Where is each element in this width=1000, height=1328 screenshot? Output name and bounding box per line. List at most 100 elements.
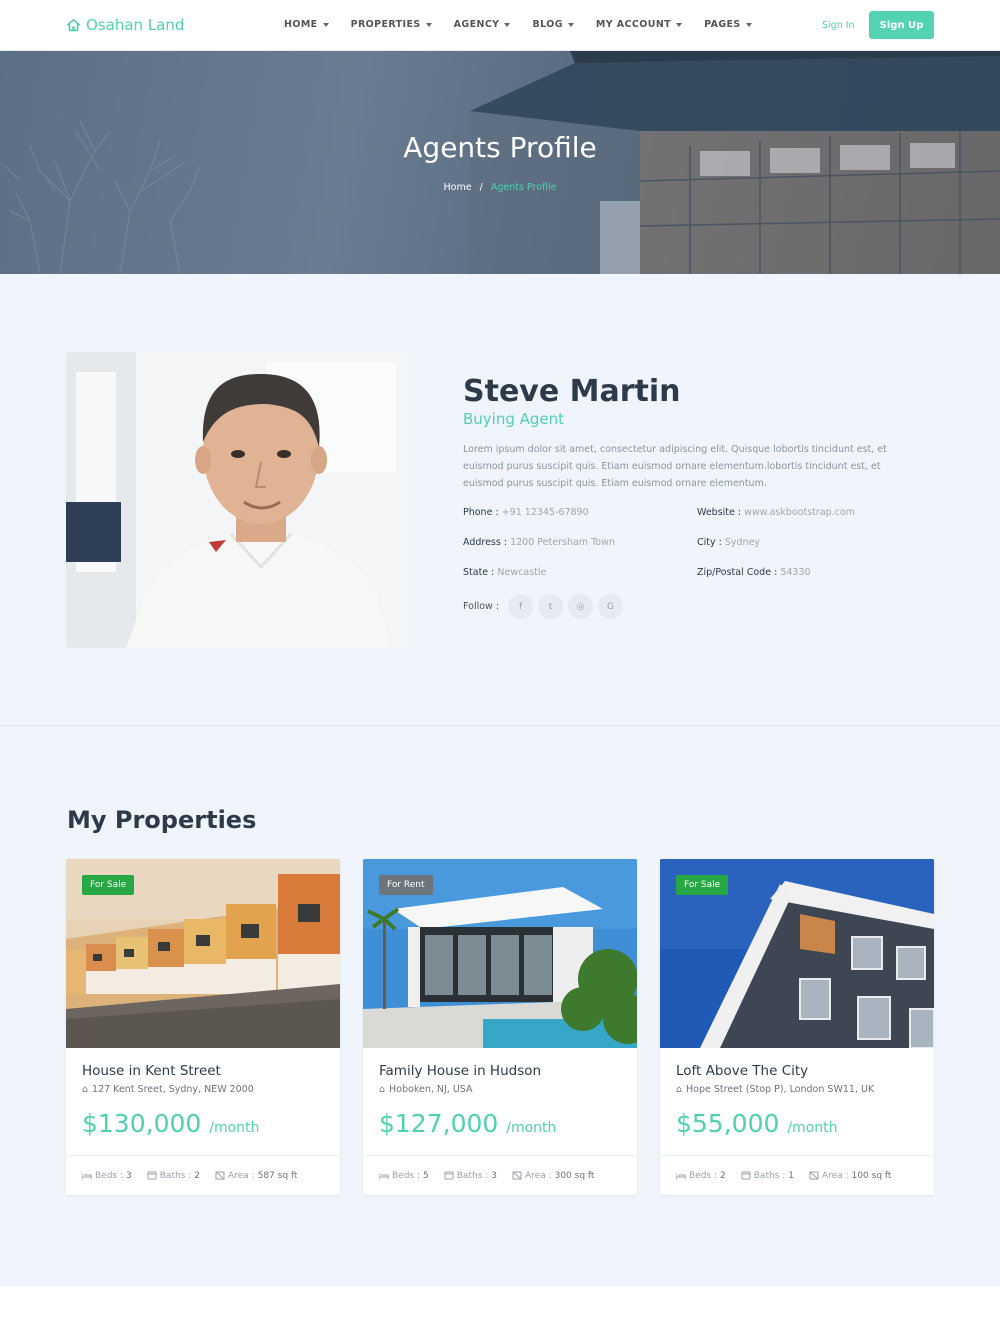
area-meta: Area : 300 sq ft xyxy=(512,1171,594,1181)
nav-my-account[interactable]: MY ACCOUNT xyxy=(595,19,683,30)
beds-value: 5 xyxy=(423,1170,429,1181)
property-card[interactable]: For Sale House in Kent Street ⌂ 127 Kent … xyxy=(66,859,340,1195)
bed-icon xyxy=(82,1173,92,1180)
bath-icon xyxy=(741,1171,751,1180)
beds-meta: Beds : 3 xyxy=(82,1171,132,1181)
beds-value: 2 xyxy=(720,1170,726,1181)
property-image[interactable]: For Sale xyxy=(66,859,340,1048)
nav-agency-label: AGENCY xyxy=(453,19,500,30)
beds-value: 3 xyxy=(126,1170,132,1181)
price-period: /month xyxy=(787,1120,838,1136)
main-nav: HOME PROPERTIES AGENCY BLOG MY ACCOUNT P… xyxy=(284,19,752,30)
property-image[interactable]: For Sale xyxy=(660,859,934,1048)
agent-role: Buying Agent xyxy=(463,410,565,428)
bed-icon xyxy=(379,1173,389,1180)
property-card[interactable]: For Rent Family House in Hudson ⌂ Hoboken… xyxy=(363,859,637,1195)
property-meta: Beds : 3 Baths : 2 Area : 587 sq ft xyxy=(66,1155,340,1195)
area-label: Area : xyxy=(228,1170,255,1181)
caret-down-icon xyxy=(567,22,574,27)
breadcrumb-separator: / xyxy=(479,182,483,193)
address-label: Address : xyxy=(463,537,508,548)
beds-label: Beds : xyxy=(689,1170,718,1181)
area-meta: Area : 100 sq ft xyxy=(809,1171,891,1181)
phone-info: Phone : +91 12345-67890 xyxy=(463,507,589,518)
city-value: Sydney xyxy=(724,537,761,548)
property-address: ⌂ Hoboken, NJ, USA xyxy=(379,1084,473,1095)
phone-value[interactable]: +91 12345-67890 xyxy=(502,507,589,518)
nav-blog-label: BLOG xyxy=(532,19,563,30)
caret-down-icon xyxy=(504,22,511,27)
property-price: $130,000 /month xyxy=(82,1109,259,1138)
brand-logo[interactable]: Osahan Land xyxy=(67,16,184,34)
area-icon xyxy=(809,1171,819,1180)
bed-icon xyxy=(676,1173,686,1180)
sign-up-button[interactable]: Sign Up xyxy=(869,11,934,39)
home-icon: ⌂ xyxy=(676,1084,683,1095)
my-properties-section: My Properties For Sale House in Kent Str… xyxy=(0,726,1000,1286)
nav-pages[interactable]: PAGES xyxy=(704,19,752,30)
baths-meta: Baths : 3 xyxy=(444,1171,497,1181)
price-period: /month xyxy=(506,1120,557,1136)
nav-my-account-label: MY ACCOUNT xyxy=(595,19,672,30)
state-label: State : xyxy=(463,567,495,578)
address-info: Address : 1200 Petersham Town xyxy=(463,537,615,548)
breadcrumb: Home / Agents Profile xyxy=(0,182,1000,193)
nav-properties-label: PROPERTIES xyxy=(350,19,421,30)
instagram-icon[interactable]: ◎ xyxy=(568,594,594,619)
nav-home-label: HOME xyxy=(284,19,318,30)
follow-row: Follow : f t ◎ G xyxy=(463,594,624,619)
property-title[interactable]: Family House in Hudson xyxy=(379,1063,541,1079)
property-title[interactable]: Loft Above The City xyxy=(676,1063,808,1079)
badge-for-sale: For Sale xyxy=(82,875,135,895)
baths-value: 1 xyxy=(788,1170,794,1181)
property-card[interactable]: For Sale Loft Above The City ⌂ Hope Stree… xyxy=(660,859,934,1195)
zip-value: 54330 xyxy=(780,567,811,578)
breadcrumb-home[interactable]: Home xyxy=(444,182,472,193)
area-value: 587 sq ft xyxy=(257,1170,298,1181)
website-label: Website : xyxy=(697,507,742,518)
home-icon xyxy=(67,18,80,31)
price-amount: $130,000 xyxy=(82,1109,202,1138)
twitter-icon[interactable]: t xyxy=(538,594,564,619)
beds-meta: Beds : 5 xyxy=(379,1171,429,1181)
area-meta: Area : 587 sq ft xyxy=(215,1171,297,1181)
zip-info: Zip/Postal Code : 54330 xyxy=(697,567,811,578)
city-label: City : xyxy=(697,537,722,548)
nav-properties[interactable]: PROPERTIES xyxy=(351,19,432,30)
facebook-icon[interactable]: f xyxy=(508,594,534,619)
property-address: ⌂ 127 Kent Sreet, Sydny, NEW 2000 xyxy=(82,1084,254,1095)
price-amount: $55,000 xyxy=(676,1109,780,1138)
price-amount: $127,000 xyxy=(379,1109,499,1138)
caret-down-icon xyxy=(322,22,329,27)
property-price: $127,000 /month xyxy=(379,1109,556,1138)
google-icon[interactable]: G xyxy=(598,594,624,619)
badge-for-sale: For Sale xyxy=(676,875,729,895)
beds-label: Beds : xyxy=(392,1170,421,1181)
breadcrumb-current: Agents Profile xyxy=(490,182,557,193)
hero-banner: Agents Profile Home / Agents Profile xyxy=(0,51,1000,274)
bath-icon xyxy=(147,1171,157,1180)
area-value: 100 sq ft xyxy=(851,1170,892,1181)
baths-label: Baths : xyxy=(159,1170,192,1181)
website-info: Website : www.askbootstrap.com xyxy=(697,507,855,518)
zip-label: Zip/Postal Code : xyxy=(697,567,778,578)
agent-bio: Lorem ipsum dolor sit amet, consectetur … xyxy=(463,444,887,489)
city-info: City : Sydney xyxy=(697,537,760,548)
address-value: 1200 Petersham Town xyxy=(510,537,615,548)
baths-value: 2 xyxy=(194,1170,200,1181)
sign-in-link[interactable]: Sign In xyxy=(822,20,855,31)
agent-name: Steve Martin xyxy=(463,374,681,409)
property-price: $55,000 /month xyxy=(676,1109,838,1138)
area-label: Area : xyxy=(822,1170,849,1181)
property-title[interactable]: House in Kent Street xyxy=(82,1063,221,1079)
nav-home[interactable]: HOME xyxy=(284,19,329,30)
state-info: State : Newcastle xyxy=(463,567,546,578)
baths-label: Baths : xyxy=(456,1170,489,1181)
baths-value: 3 xyxy=(491,1170,497,1181)
website-link[interactable]: www.askbootstrap.com xyxy=(744,507,855,518)
nav-blog[interactable]: BLOG xyxy=(532,19,574,30)
property-image[interactable]: For Rent xyxy=(363,859,637,1048)
brand-name: Osahan Land xyxy=(86,16,185,34)
property-meta: Beds : 5 Baths : 3 Area : 300 sq ft xyxy=(363,1155,637,1195)
nav-agency[interactable]: AGENCY xyxy=(454,19,511,30)
